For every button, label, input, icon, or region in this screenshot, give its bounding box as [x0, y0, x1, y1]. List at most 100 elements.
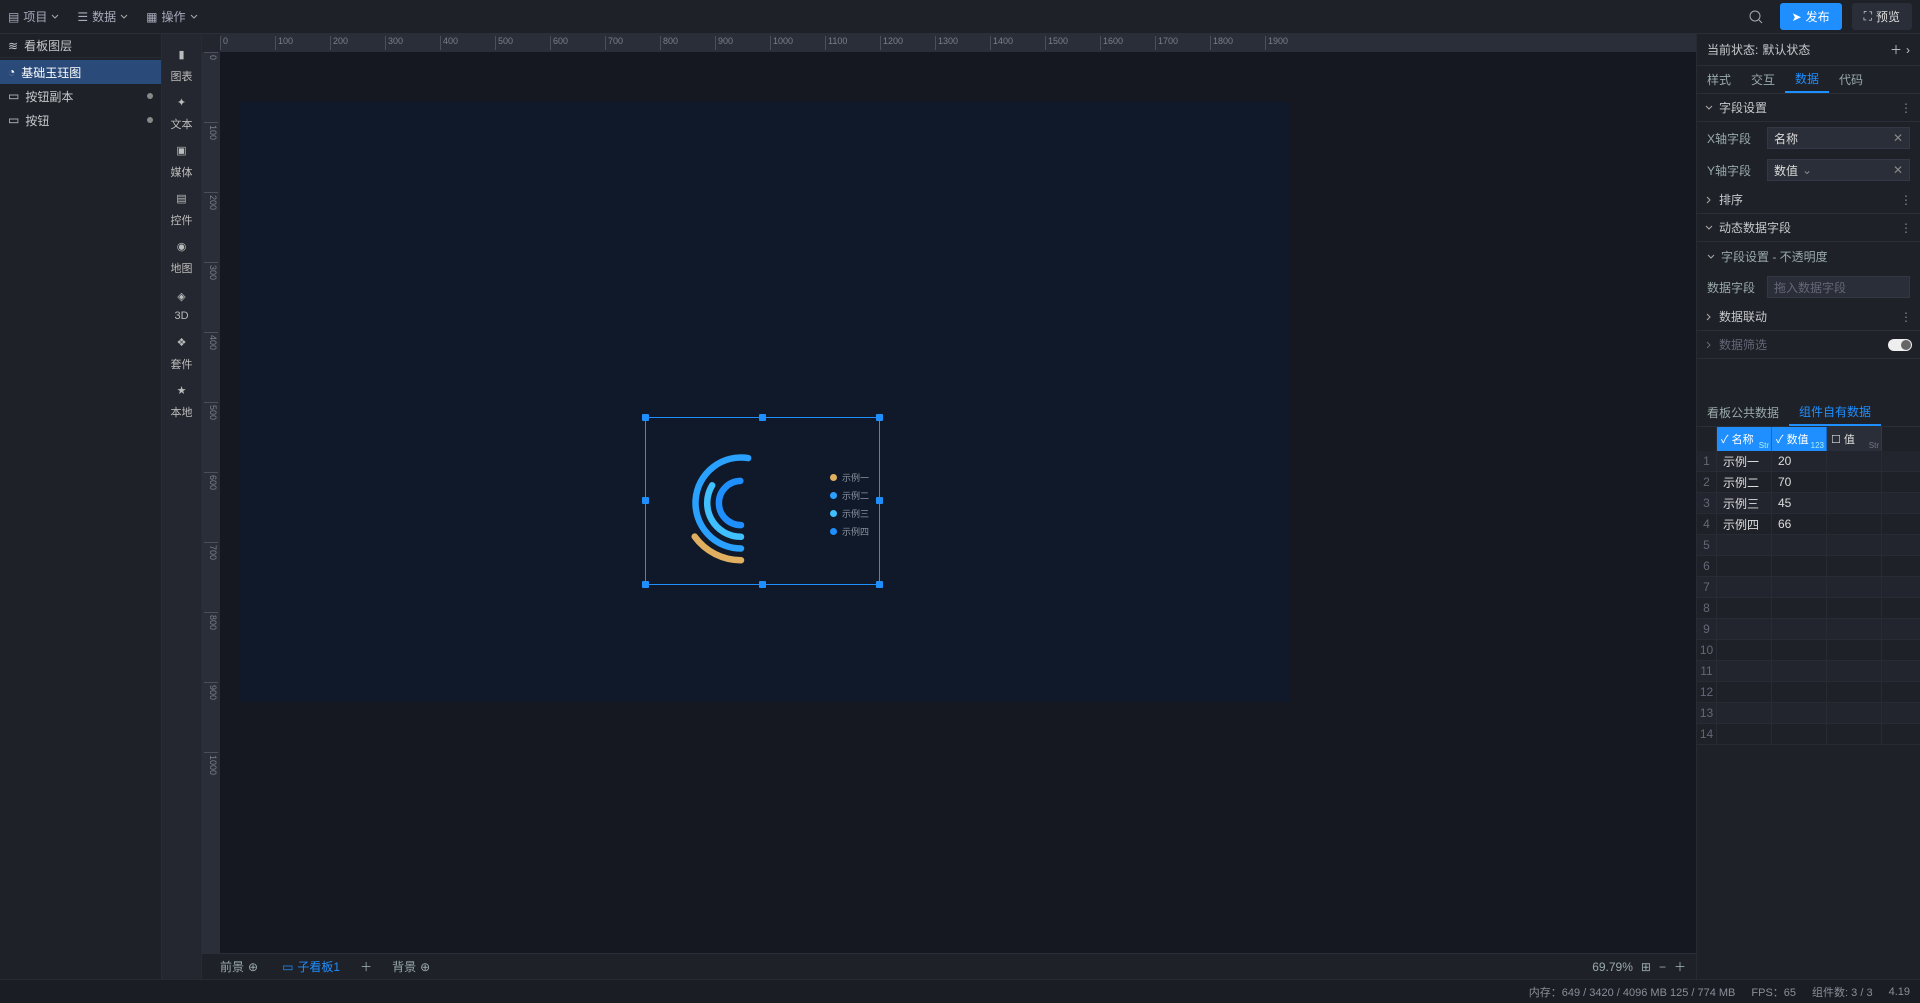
- data-cell[interactable]: [1827, 598, 1882, 618]
- chevron-right-icon[interactable]: ›: [1906, 43, 1910, 57]
- data-cell[interactable]: [1717, 661, 1772, 681]
- data-row[interactable]: 10: [1697, 640, 1920, 661]
- data-row[interactable]: 14: [1697, 724, 1920, 745]
- data-cell[interactable]: [1772, 556, 1827, 576]
- tool-text-icon[interactable]: ✦文本: [162, 88, 202, 136]
- data-cell[interactable]: [1827, 619, 1882, 639]
- tool-kit-icon[interactable]: ❖套件: [162, 328, 202, 376]
- menu-action[interactable]: ▦ 操作: [146, 8, 197, 25]
- xaxis-field-input[interactable]: 名称 ✕: [1767, 127, 1910, 149]
- resize-handle-bl[interactable]: [642, 581, 649, 588]
- data-grid[interactable]: 1示例一202示例二703示例三454示例四66567891011121314: [1697, 451, 1920, 979]
- column-toggle-2[interactable]: ☐ 值Str: [1827, 427, 1882, 451]
- section-data-filter[interactable]: 数据筛选: [1697, 331, 1920, 359]
- data-row[interactable]: 7: [1697, 577, 1920, 598]
- data-row[interactable]: 9: [1697, 619, 1920, 640]
- resize-handle-tr[interactable]: [876, 414, 883, 421]
- section-sort[interactable]: 排序 ⋮: [1697, 186, 1920, 214]
- datafield-input[interactable]: 拖入数据字段: [1767, 276, 1910, 298]
- layer-item[interactable]: ▭按钮: [0, 108, 161, 132]
- data-row[interactable]: 6: [1697, 556, 1920, 577]
- tool-chart-icon[interactable]: ▮图表: [162, 40, 202, 88]
- data-cell[interactable]: [1827, 514, 1882, 534]
- menu-data[interactable]: ☰ 数据: [77, 8, 128, 25]
- data-cell[interactable]: [1717, 703, 1772, 723]
- data-cell[interactable]: [1772, 682, 1827, 702]
- data-cell[interactable]: [1827, 556, 1882, 576]
- tool-local-icon[interactable]: ★本地: [162, 376, 202, 424]
- data-cell[interactable]: [1827, 535, 1882, 555]
- tab-subboard[interactable]: ▭ 子看板1: [274, 957, 348, 977]
- data-cell[interactable]: [1772, 661, 1827, 681]
- layer-item[interactable]: ◔基础玉珏图: [0, 60, 161, 84]
- tool-control-icon[interactable]: ▤控件: [162, 184, 202, 232]
- data-cell[interactable]: [1827, 682, 1882, 702]
- data-row[interactable]: 1示例一20: [1697, 451, 1920, 472]
- more-icon[interactable]: ⋮: [1900, 193, 1912, 207]
- data-cell[interactable]: [1827, 577, 1882, 597]
- data-cell[interactable]: [1772, 640, 1827, 660]
- data-cell[interactable]: 70: [1772, 472, 1827, 492]
- selected-widget[interactable]: 示例一示例二示例三示例四: [645, 417, 880, 585]
- data-cell[interactable]: [1717, 640, 1772, 660]
- data-cell[interactable]: [1827, 724, 1882, 744]
- data-cell[interactable]: [1772, 724, 1827, 744]
- data-cell[interactable]: 示例一: [1717, 451, 1772, 471]
- data-cell[interactable]: [1717, 577, 1772, 597]
- yaxis-field-input[interactable]: 数值 ⌄ ✕: [1767, 159, 1910, 181]
- data-row[interactable]: 13: [1697, 703, 1920, 724]
- resize-handle-ml[interactable]: [642, 497, 649, 504]
- publish-button[interactable]: ➤ 发布: [1780, 3, 1842, 30]
- data-cell[interactable]: [1717, 535, 1772, 555]
- inspector-tab-0[interactable]: 样式: [1697, 66, 1741, 93]
- zoom-in-button[interactable]: ＋: [1674, 958, 1686, 975]
- tab-background[interactable]: 背景 ⊕: [384, 957, 438, 977]
- data-cell[interactable]: [1827, 493, 1882, 513]
- data-row[interactable]: 8: [1697, 598, 1920, 619]
- data-cell[interactable]: [1717, 724, 1772, 744]
- add-tab-button[interactable]: ＋: [356, 957, 376, 977]
- data-cell[interactable]: [1772, 619, 1827, 639]
- preview-button[interactable]: ⛶ 预览: [1852, 3, 1912, 30]
- data-cell[interactable]: [1827, 472, 1882, 492]
- data-cell[interactable]: 66: [1772, 514, 1827, 534]
- data-cell[interactable]: [1772, 703, 1827, 723]
- resize-handle-mr[interactable]: [876, 497, 883, 504]
- menu-project[interactable]: ▤ 项目: [8, 8, 59, 25]
- tab-foreground[interactable]: 前景 ⊕: [212, 957, 266, 977]
- data-cell[interactable]: [1772, 577, 1827, 597]
- data-cell[interactable]: 20: [1772, 451, 1827, 471]
- data-row[interactable]: 5: [1697, 535, 1920, 556]
- layer-item[interactable]: ▭按钮副本: [0, 84, 161, 108]
- tool-3d-icon[interactable]: ◈3D: [162, 280, 202, 328]
- data-cell[interactable]: 示例二: [1717, 472, 1772, 492]
- resize-handle-tm[interactable]: [759, 414, 766, 421]
- data-cell[interactable]: [1827, 451, 1882, 471]
- filter-toggle[interactable]: [1888, 339, 1912, 351]
- data-cell[interactable]: [1717, 682, 1772, 702]
- data-cell[interactable]: 示例四: [1717, 514, 1772, 534]
- data-cell[interactable]: 45: [1772, 493, 1827, 513]
- resize-handle-bm[interactable]: [759, 581, 766, 588]
- clear-icon[interactable]: ✕: [1893, 131, 1903, 145]
- resize-handle-br[interactable]: [876, 581, 883, 588]
- data-tab-1[interactable]: 组件自有数据: [1789, 399, 1881, 426]
- more-icon[interactable]: ⋮: [1900, 310, 1912, 324]
- data-row[interactable]: 11: [1697, 661, 1920, 682]
- data-cell[interactable]: [1827, 661, 1882, 681]
- fit-icon[interactable]: ⊞: [1641, 960, 1651, 974]
- add-state-button[interactable]: ＋: [1890, 41, 1902, 58]
- data-row[interactable]: 12: [1697, 682, 1920, 703]
- data-row[interactable]: 3示例三45: [1697, 493, 1920, 514]
- chevron-down-icon[interactable]: ⌄: [1802, 163, 1812, 177]
- tool-media-icon[interactable]: ▣媒体: [162, 136, 202, 184]
- section-dynamic-fields[interactable]: 动态数据字段 ⋮: [1697, 214, 1920, 242]
- column-toggle-1[interactable]: ✓ 数值123: [1772, 427, 1827, 451]
- sub-opacity-head[interactable]: 字段设置 - 不透明度: [1697, 242, 1920, 271]
- data-row[interactable]: 4示例四66: [1697, 514, 1920, 535]
- data-cell[interactable]: [1717, 598, 1772, 618]
- inspector-tab-2[interactable]: 数据: [1785, 66, 1829, 93]
- data-cell[interactable]: [1717, 619, 1772, 639]
- more-icon[interactable]: ⋮: [1900, 221, 1912, 235]
- column-toggle-0[interactable]: ✓ 名称Str: [1717, 427, 1772, 451]
